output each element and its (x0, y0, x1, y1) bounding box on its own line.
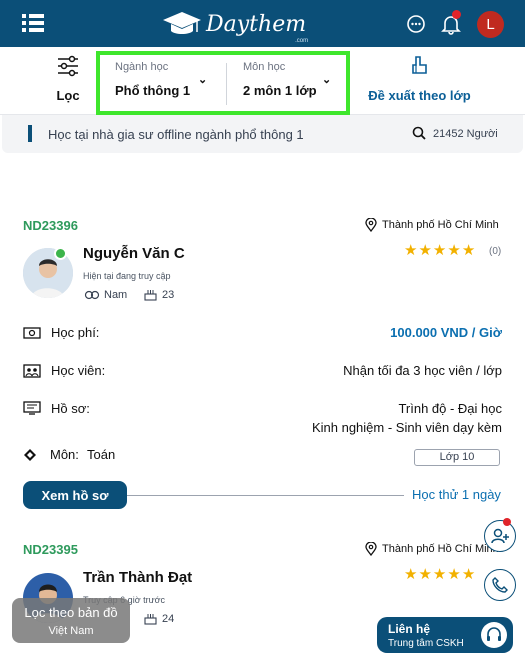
chat-icon[interactable] (404, 12, 428, 36)
logo-sub: .com (295, 38, 309, 44)
star-icon: ★ (432, 566, 447, 583)
add-friend-button[interactable] (484, 520, 516, 552)
nganh-hoc-select[interactable]: Ngành học Phổ thông 1 (115, 61, 190, 98)
cake-icon (144, 290, 157, 301)
grade-badge: Lớp 10 (414, 449, 500, 466)
filter-bar: Lọc Ngành học Phổ thông 1 ⌄ Môn học 2 mô… (0, 47, 525, 115)
star-icon: ★ (461, 566, 476, 583)
star-icon: ★ (418, 242, 432, 259)
user-plus-icon (491, 528, 509, 544)
rating-stars: ★ ★ ★ ★ ★ (404, 567, 475, 582)
profile-line-2: Kinh nghiệm - Sinh viên dạy kèm (311, 420, 502, 435)
graduation-cap-icon (163, 12, 201, 34)
strip-text: Học tại nhà gia sư offline ngành phổ thô… (48, 127, 304, 142)
tutor-count: 21452 Người (433, 128, 498, 140)
location-pin-icon (365, 218, 377, 232)
gender-value: Nam (104, 289, 128, 301)
tutor-city: Thành phố Hồ Chí Minh (382, 219, 499, 231)
field-divider (226, 63, 227, 105)
fee-label: Học phí: (51, 325, 100, 340)
subject-value: Toán (87, 447, 116, 462)
headset-icon (481, 622, 507, 648)
star-icon: ★ (447, 566, 461, 583)
suggest-by-class-button[interactable]: Đề xuất theo lớp (367, 55, 472, 103)
hand-pointer-icon (411, 56, 427, 74)
separator-line (127, 495, 404, 496)
notification-dot (452, 10, 461, 19)
info-strip: Học tại nhà gia sư offline ngành phổ thô… (2, 115, 523, 153)
menu-icon[interactable] (22, 12, 44, 34)
subject-label: Môn: (50, 447, 79, 462)
chevron-down-icon[interactable]: ⌄ (322, 73, 331, 86)
cake-icon (144, 614, 157, 625)
profile-icon (23, 401, 41, 415)
search-icon[interactable] (412, 126, 426, 140)
contact-sub: Trung tâm CSKH (388, 638, 464, 649)
sliders-icon (58, 55, 78, 77)
user-avatar[interactable]: L (477, 11, 504, 38)
rating-count: (0) (489, 246, 502, 257)
strip-accent-bar (28, 125, 32, 142)
tutor-status: Hiện tại đang truy cập (83, 271, 171, 281)
suggest-label: Đề xuất theo lớp (368, 88, 471, 103)
gender-icon (84, 290, 100, 300)
students-value: Nhận tối đa 3 học viên / lớp (343, 363, 502, 378)
logo[interactable]: Daythem .com (162, 8, 308, 44)
star-icon: ★ (461, 242, 476, 259)
call-button[interactable] (484, 569, 516, 601)
tutor-name[interactable]: Trần Thành Đạt (83, 569, 192, 586)
notification-dot (503, 518, 511, 526)
view-profile-button[interactable]: Xem hồ sơ (23, 481, 127, 509)
profile-label: Hồ sơ: (51, 401, 90, 416)
chevron-down-icon[interactable]: ⌄ (198, 73, 207, 86)
logo-text: Daythem (206, 11, 307, 37)
profile-line-1: Trình độ - Đại học (398, 401, 502, 416)
map-filter-sub: Việt Nam (48, 625, 94, 637)
star-icon: ★ (404, 566, 418, 583)
tutor-code: ND23395 (23, 542, 78, 557)
tutor-age: 23 (144, 288, 174, 301)
mon-hoc-select[interactable]: Môn học 2 môn 1 lớp (243, 61, 317, 98)
mon-hoc-caption: Môn học (243, 61, 286, 73)
mon-hoc-value: 2 môn 1 lớp (243, 83, 317, 98)
online-indicator (54, 247, 67, 260)
students-label: Học viên: (51, 363, 106, 378)
location-pin-icon (365, 542, 377, 556)
star-icon: ★ (418, 566, 432, 583)
contact-title: Liên hệ (388, 622, 431, 636)
age-value: 24 (162, 612, 175, 625)
fee-value: 100.000 VND / Giờ (390, 325, 502, 340)
diamond-icon (24, 449, 36, 461)
nganh-hoc-value: Phổ thông 1 (115, 83, 191, 98)
filter-button[interactable]: Lọc (45, 55, 91, 103)
tutor-age: 24 (144, 612, 174, 625)
top-bar: Daythem .com L (0, 0, 525, 47)
tutor-name[interactable]: Nguyễn Văn C (83, 245, 185, 262)
star-icon: ★ (432, 242, 447, 259)
map-filter-title: Lọc theo bản đồ (24, 605, 118, 620)
filter-label: Lọc (56, 88, 80, 103)
tutor-city: Thành phố Hồ Chí Minh (382, 543, 499, 555)
tutor-code: ND23396 (23, 218, 78, 233)
money-icon (23, 327, 41, 339)
tutor-gender: Nam (84, 289, 127, 301)
nganh-hoc-caption: Ngành học (115, 61, 169, 73)
map-filter-button[interactable]: Lọc theo bản đồ Việt Nam (12, 598, 130, 643)
age-value: 23 (162, 288, 175, 301)
rating-stars: ★ ★ ★ ★ ★ (404, 243, 475, 258)
star-icon: ★ (404, 242, 418, 259)
phone-icon (492, 577, 508, 593)
students-icon (23, 364, 41, 378)
trial-link[interactable]: Học thử 1 ngày (412, 487, 501, 502)
contact-support-button[interactable]: Liên hệ Trung tâm CSKH (377, 617, 513, 653)
star-icon: ★ (447, 242, 461, 259)
